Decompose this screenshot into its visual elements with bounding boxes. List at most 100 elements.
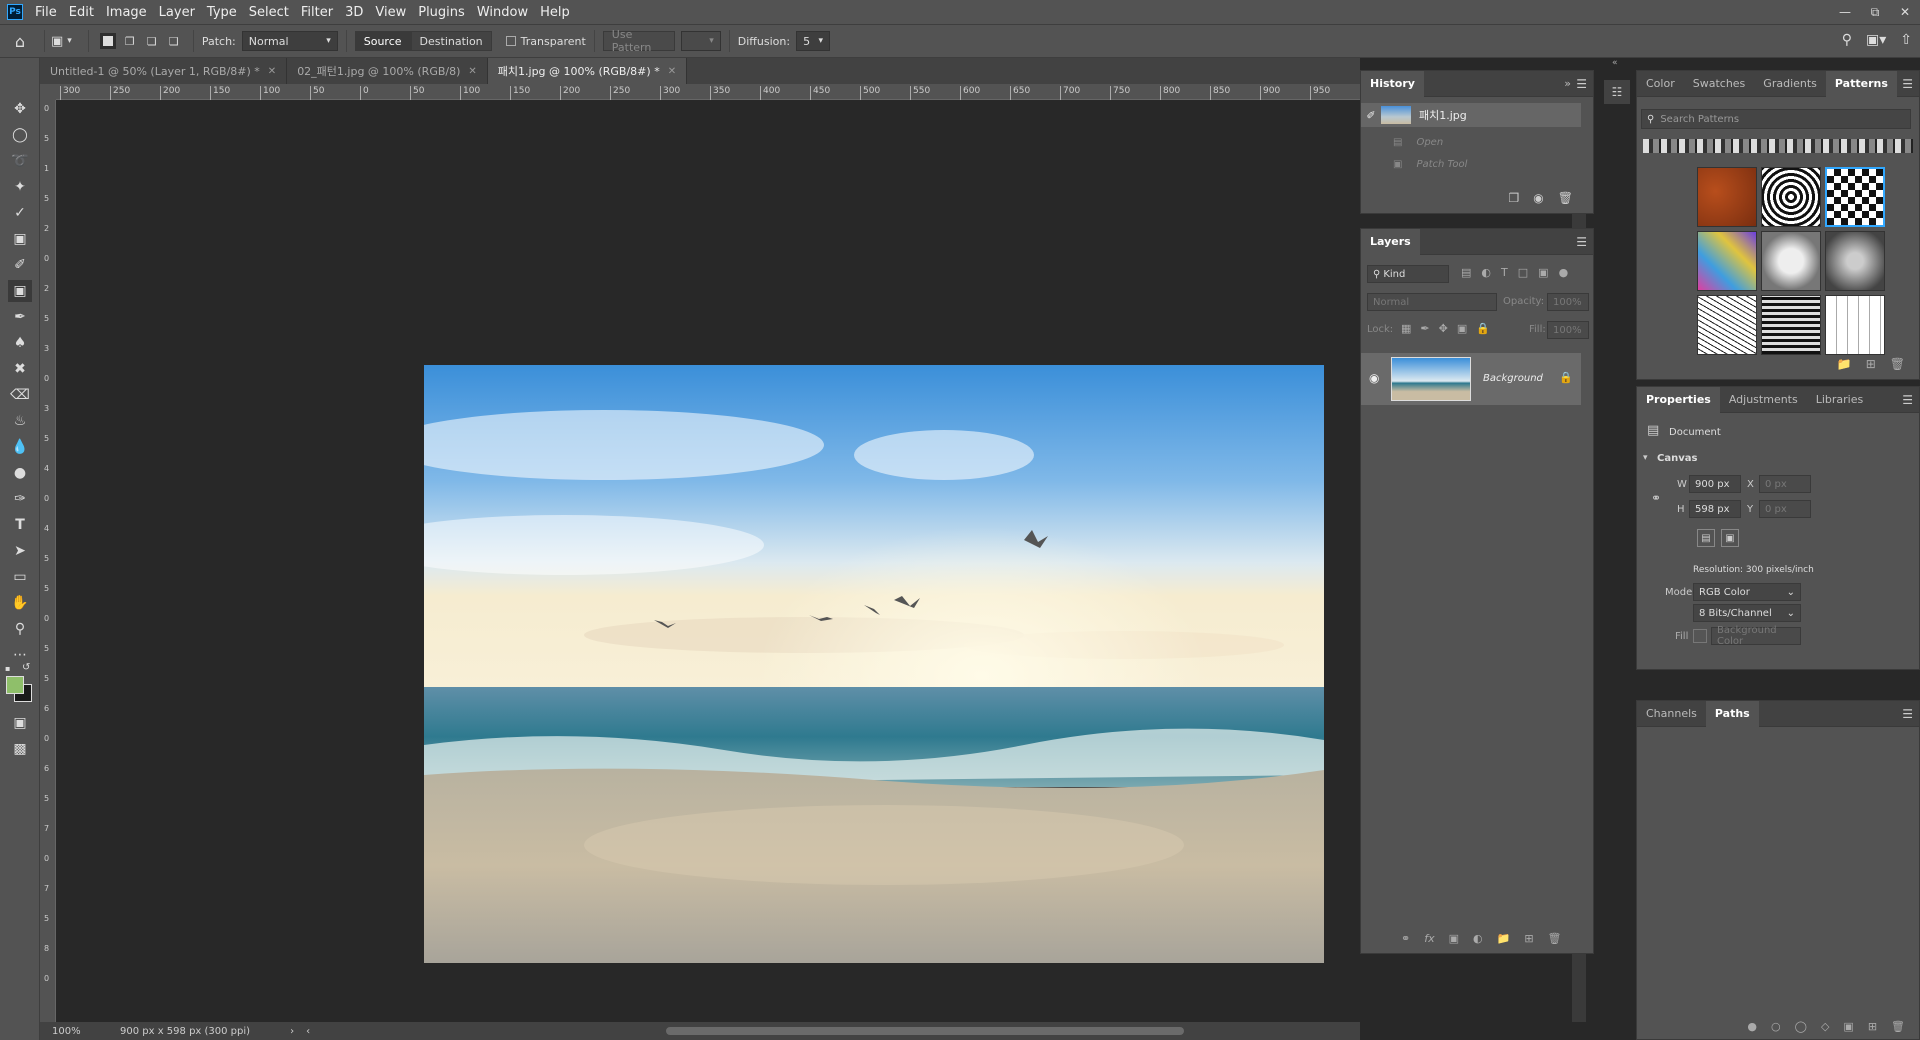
horizontal-scrollbar[interactable]: [290, 1026, 1320, 1036]
fx-icon[interactable]: fx: [1424, 932, 1434, 945]
tab-patterns[interactable]: Patterns: [1825, 70, 1897, 97]
lock-artboard-icon[interactable]: ▣: [1457, 322, 1467, 335]
pattern-rust[interactable]: [1697, 167, 1757, 227]
panel-expand-icon[interactable]: ☷: [1604, 80, 1630, 104]
panel-menu-icon[interactable]: ☰: [1576, 77, 1587, 91]
filter-toggle-icon[interactable]: ●: [1559, 266, 1569, 279]
panel-collapse-icon[interactable]: «: [1612, 58, 1618, 68]
layer-row-background[interactable]: ◉ Background 🔒: [1361, 353, 1581, 405]
pattern-checker-selected[interactable]: [1825, 167, 1885, 227]
trash-icon[interactable]: 🗑: [1890, 357, 1905, 371]
workspace-icon[interactable]: ▣▾: [1866, 32, 1886, 48]
add-to-selection-icon[interactable]: ❐: [122, 33, 138, 49]
x-field[interactable]: 0 px: [1759, 475, 1811, 493]
panel-menu-icon[interactable]: ☰: [1902, 707, 1913, 721]
default-colors-icon[interactable]: ▪: [5, 664, 15, 674]
patch-tool-icon[interactable]: ▣: [8, 280, 32, 302]
patch-mode-select[interactable]: Normal ▾: [241, 31, 338, 51]
trash-icon[interactable]: 🗑: [1558, 191, 1573, 205]
menu-3d[interactable]: 3D: [339, 5, 369, 20]
lock-image-icon[interactable]: ✒: [1420, 322, 1429, 335]
tab-swatches[interactable]: Swatches: [1684, 71, 1755, 97]
adjustment-layer-icon[interactable]: ◐: [1473, 932, 1483, 945]
doc-tab-untitled[interactable]: Untitled-1 @ 50% (Layer 1, RGB/8#) * ✕: [40, 58, 288, 84]
type-tool-icon[interactable]: T: [8, 514, 32, 536]
new-path-icon[interactable]: ⊞: [1868, 1020, 1877, 1033]
collapse-icon[interactable]: »: [1564, 77, 1571, 90]
path-select-icon[interactable]: ➤: [8, 540, 32, 562]
zoom-tool-icon[interactable]: ⚲: [8, 618, 32, 640]
dodge-tool-icon[interactable]: ●: [8, 462, 32, 484]
document-image[interactable]: [424, 365, 1324, 963]
rectangle-tool-icon[interactable]: ▭: [8, 566, 32, 588]
camera-icon[interactable]: ◉: [1533, 191, 1543, 205]
tab-properties[interactable]: Properties: [1637, 386, 1720, 413]
fill-path-icon[interactable]: ●: [1747, 1020, 1757, 1033]
lock-transparent-icon[interactable]: ▦: [1401, 322, 1411, 335]
lasso-tool-icon[interactable]: ➰: [8, 150, 32, 172]
intersect-selection-icon[interactable]: ❑: [166, 33, 182, 49]
menu-view[interactable]: View: [369, 5, 412, 20]
hand-tool-icon[interactable]: ✋: [8, 592, 32, 614]
trash-icon[interactable]: 🗑: [1548, 932, 1562, 945]
canvas-area[interactable]: [56, 100, 1360, 1022]
crop-tool-icon[interactable]: ▣: [8, 228, 32, 250]
scrollbar-thumb[interactable]: [666, 1027, 1184, 1035]
lock-all-icon[interactable]: 🔒: [1476, 322, 1490, 335]
make-work-path-icon[interactable]: ◇: [1821, 1020, 1829, 1033]
y-field[interactable]: 0 px: [1759, 500, 1811, 518]
panel-menu-icon[interactable]: ☰: [1902, 77, 1913, 91]
smart-object-filter-icon[interactable]: ▣: [1538, 266, 1548, 279]
restore-icon[interactable]: ⧉: [1860, 0, 1890, 24]
quick-mask-icon[interactable]: ▣: [8, 712, 32, 734]
fill-color-swatch[interactable]: [1693, 629, 1707, 643]
document-info[interactable]: 900 px x 598 px (300 ppi): [120, 1026, 250, 1037]
tab-color[interactable]: Color: [1637, 71, 1684, 97]
menu-edit[interactable]: Edit: [63, 5, 100, 20]
history-state-open[interactable]: ▤ Open: [1361, 131, 1581, 153]
tab-libraries[interactable]: Libraries: [1807, 387, 1873, 413]
layer-kind-filter[interactable]: ⚲ Kind: [1367, 265, 1449, 283]
menu-image[interactable]: Image: [100, 5, 153, 20]
menu-select[interactable]: Select: [243, 5, 295, 20]
width-field[interactable]: 900 px: [1689, 475, 1741, 493]
history-snapshot[interactable]: ✐ 패치1.jpg: [1361, 103, 1581, 127]
pattern-concentric[interactable]: [1761, 167, 1821, 227]
share-icon[interactable]: ⇧: [1900, 32, 1912, 48]
use-pattern-button[interactable]: Use Pattern: [602, 28, 675, 54]
blend-mode-select[interactable]: Normal: [1367, 293, 1497, 311]
history-state-patch[interactable]: ▣ Patch Tool: [1361, 153, 1581, 175]
doc-tab-patch[interactable]: 패치1.jpg @ 100% (RGB/8#) * ✕: [487, 58, 688, 84]
menu-file[interactable]: File: [29, 5, 63, 20]
swap-colors-icon[interactable]: ↺: [22, 662, 30, 673]
menu-layer[interactable]: Layer: [153, 5, 201, 20]
load-selection-icon[interactable]: ◯: [1795, 1020, 1807, 1033]
subtract-from-selection-icon[interactable]: ❏: [144, 33, 160, 49]
new-layer-icon[interactable]: ⊞: [1524, 932, 1533, 945]
new-pattern-icon[interactable]: ⊞: [1866, 357, 1876, 371]
magic-wand-icon[interactable]: ✦: [8, 176, 32, 198]
fill-field[interactable]: 100%: [1547, 321, 1589, 339]
height-field[interactable]: 598 px: [1689, 500, 1741, 518]
pen-tool-icon[interactable]: ✑: [8, 488, 32, 510]
trash-icon[interactable]: 🗑: [1891, 1020, 1905, 1033]
folder-icon[interactable]: 📁: [1497, 932, 1511, 945]
canvas-section-toggle[interactable]: ▾: [1643, 453, 1648, 463]
history-tab[interactable]: History: [1361, 70, 1424, 97]
minimize-icon[interactable]: —: [1830, 0, 1860, 24]
chevron-down-icon[interactable]: ▾: [67, 36, 72, 46]
pixel-filter-icon[interactable]: ▤: [1461, 266, 1471, 279]
history-brush-source-icon[interactable]: ✐: [1361, 109, 1381, 122]
layer-mask-icon[interactable]: ▣: [1449, 932, 1459, 945]
tab-channels[interactable]: Channels: [1637, 701, 1706, 727]
brush-tool-icon[interactable]: ✒: [8, 306, 32, 328]
marquee-tool-icon[interactable]: ◯: [8, 124, 32, 146]
eraser-icon[interactable]: ⌫: [8, 384, 32, 406]
tab-gradients[interactable]: Gradients: [1754, 71, 1826, 97]
vertical-ruler[interactable]: 0 5 1 5 2 0 2 5 3 0 3 5 4 0 4 5 5 0 5 5 6 0 6 5 7 0 7 5 8 0: [40, 100, 56, 1022]
move-tool-icon[interactable]: ✥: [8, 98, 32, 120]
pattern-bubbles[interactable]: [1761, 231, 1821, 291]
close-tab-icon[interactable]: ✕: [668, 66, 676, 77]
menu-help[interactable]: Help: [534, 5, 576, 20]
diffusion-select[interactable]: 5 ▾: [796, 31, 831, 51]
